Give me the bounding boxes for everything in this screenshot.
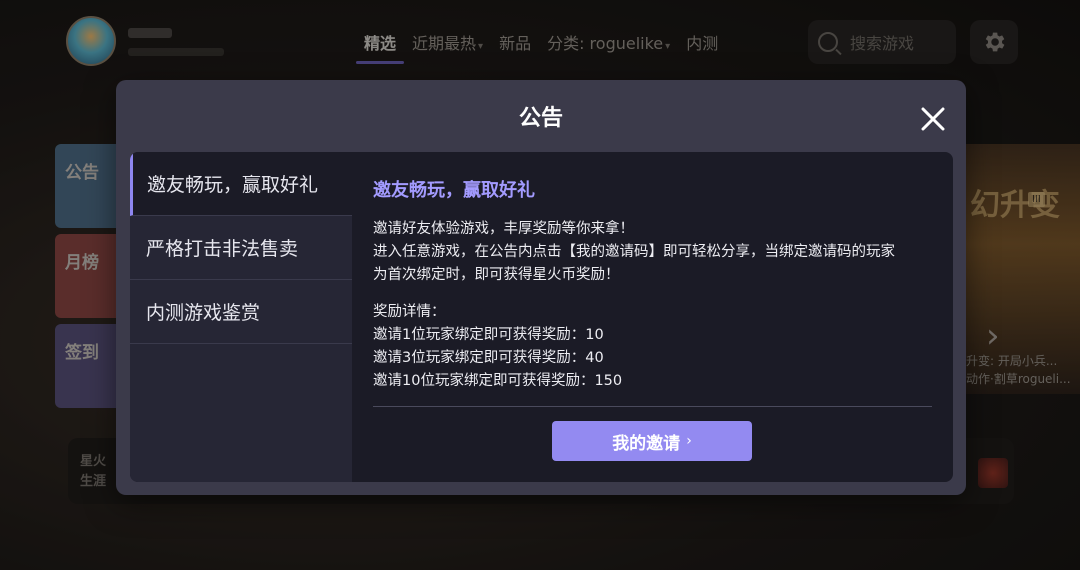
tab-beta-games[interactable]: 内测游戏鉴赏 bbox=[130, 280, 352, 344]
my-invite-button[interactable]: 我的邀请 › bbox=[552, 421, 752, 461]
tab-invite-friends[interactable]: 邀友畅玩，赢取好礼 bbox=[130, 152, 352, 216]
content-body: 邀请好友体验游戏，丰厚奖励等你来拿！ 进入任意游戏，在公告内点击【我的邀请码】即… bbox=[373, 218, 933, 393]
content-heading: 邀友畅玩，赢取好礼 bbox=[373, 180, 535, 201]
content-line: 进入任意游戏，在公告内点击【我的邀请码】即可轻松分享，当绑定邀请码的玩家 bbox=[373, 244, 895, 260]
announcement-modal: 公告 邀友畅玩，赢取好礼 严格打击非法售卖 内测游戏鉴赏 邀友畅玩，赢取好礼 邀… bbox=[116, 80, 966, 495]
reward-heading: 奖励详情： bbox=[373, 304, 446, 320]
content-line: 为首次绑定时，即可获得星火币奖励！ bbox=[373, 267, 620, 283]
chevron-right-icon: › bbox=[686, 433, 692, 449]
reward-line: 邀请10位玩家绑定即可获得奖励：150 bbox=[373, 373, 623, 389]
reward-line: 邀请1位玩家绑定即可获得奖励：10 bbox=[373, 327, 604, 343]
announcement-tabs: 邀友畅玩，赢取好礼 严格打击非法售卖 内测游戏鉴赏 bbox=[130, 152, 352, 482]
close-icon bbox=[921, 107, 945, 131]
announcement-content: 邀友畅玩，赢取好礼 邀请好友体验游戏，丰厚奖励等你来拿！ 进入任意游戏，在公告内… bbox=[352, 152, 953, 482]
tab-anti-illegal-sales[interactable]: 严格打击非法售卖 bbox=[130, 216, 352, 280]
content-divider bbox=[373, 406, 932, 407]
close-button[interactable] bbox=[916, 102, 950, 136]
my-invite-button-label: 我的邀请 bbox=[612, 433, 681, 454]
modal-title: 公告 bbox=[518, 106, 563, 131]
reward-line: 邀请3位玩家绑定即可获得奖励：40 bbox=[373, 350, 604, 366]
modal-body: 邀友畅玩，赢取好礼 严格打击非法售卖 内测游戏鉴赏 邀友畅玩，赢取好礼 邀请好友… bbox=[130, 152, 953, 482]
content-line: 邀请好友体验游戏，丰厚奖励等你来拿！ bbox=[373, 221, 634, 237]
